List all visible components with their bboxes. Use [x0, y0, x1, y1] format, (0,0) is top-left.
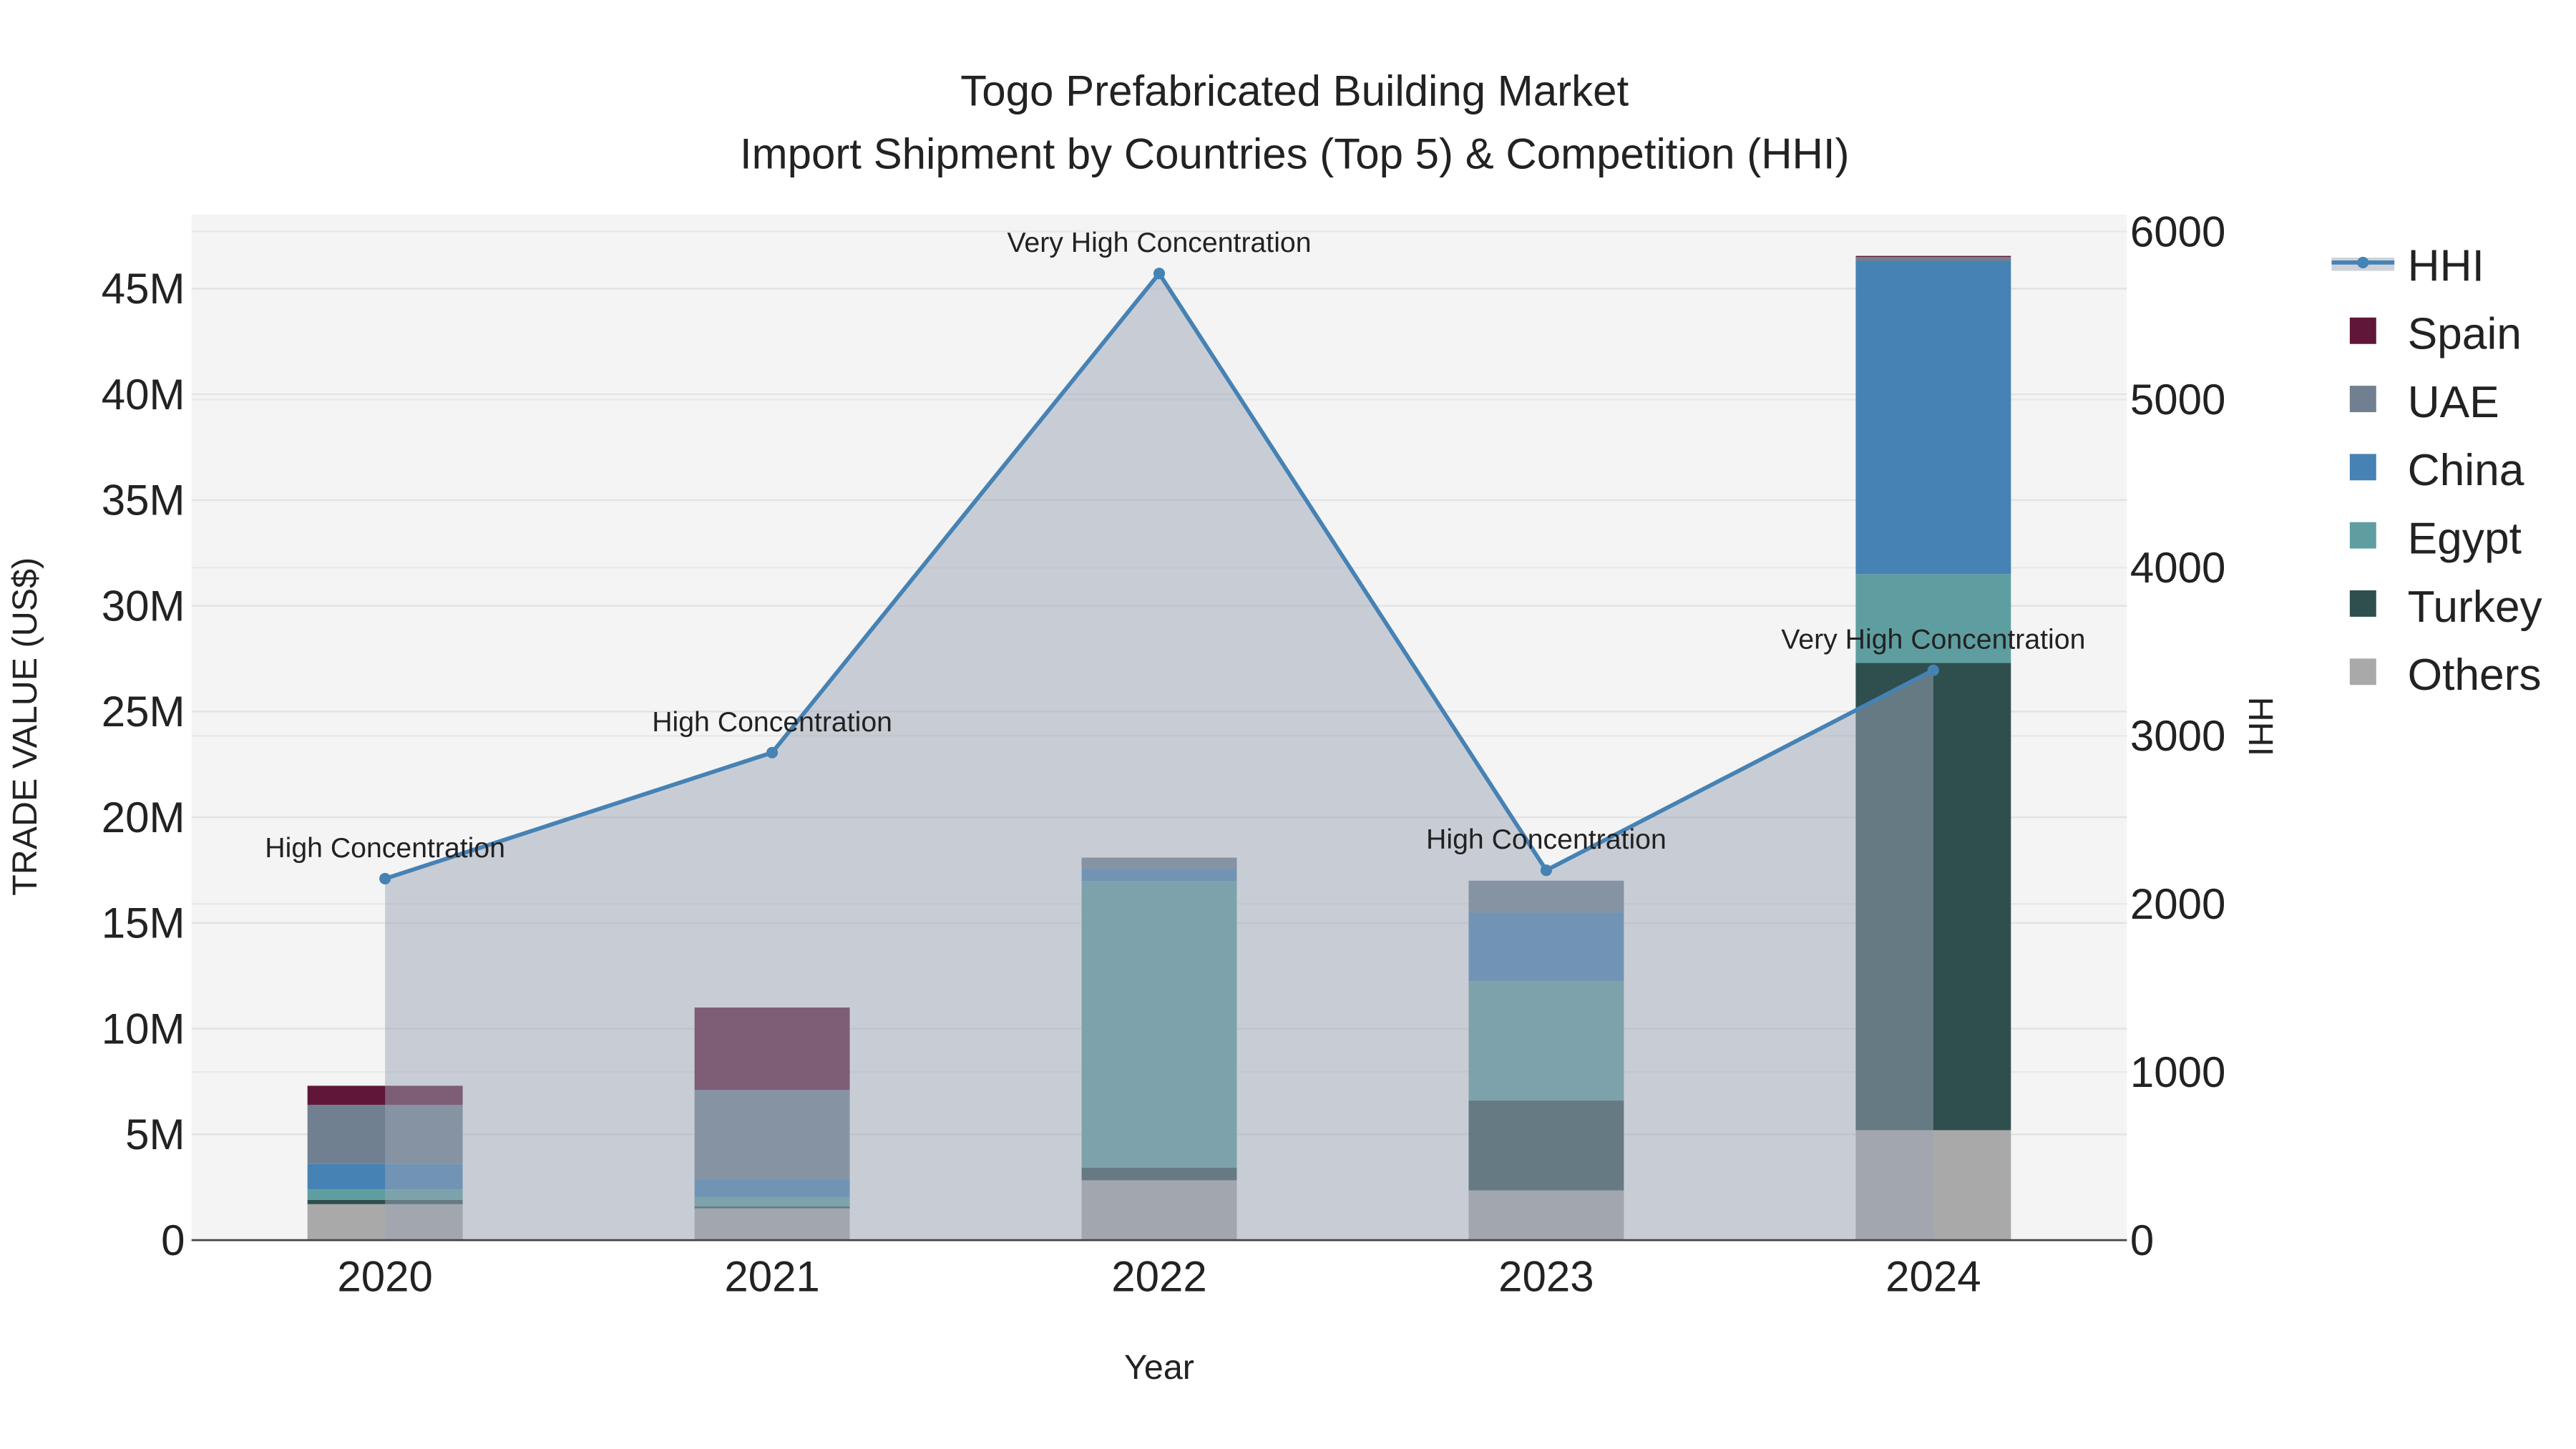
x-tick-label: 2023: [1498, 1253, 1594, 1301]
y-axis-ticks: 0 5M 10M 15M 20M 25M 30M 35M 40M 45M: [102, 265, 185, 1264]
bar-uae-2024: [1855, 257, 2011, 262]
hhi-point-2021: [766, 746, 779, 758]
y2-tick-label: 2000: [2130, 880, 2225, 928]
y-tick-label: 20M: [102, 794, 185, 841]
hhi-annotation: High Concentration: [1426, 824, 1667, 855]
legend-item-turkey[interactable]: Turkey: [2408, 582, 2543, 632]
legend-item-others[interactable]: Others: [2408, 650, 2542, 700]
y2-tick-label: 6000: [2130, 208, 2225, 255]
y2-tick-label: 4000: [2130, 544, 2225, 592]
y-tick-label: 25M: [102, 688, 185, 736]
legend-swatch-spain: [2349, 317, 2376, 344]
y2-tick-label: 3000: [2130, 712, 2225, 760]
y2-tick-label: 5000: [2130, 376, 2225, 424]
x-tick-label: 2020: [337, 1253, 432, 1301]
y2-tick-label: 1000: [2130, 1048, 2225, 1096]
y-tick-label: 40M: [102, 371, 185, 419]
legend-swatch-egypt: [2349, 522, 2376, 549]
legend-swatch-turkey: [2349, 590, 2376, 617]
y-tick-label: 5M: [125, 1111, 185, 1158]
hhi-point-2022: [1153, 268, 1166, 280]
legend-item-hhi[interactable]: HHI: [2408, 241, 2484, 291]
x-tick-label: 2022: [1111, 1253, 1206, 1301]
y2-tick-label: 0: [2130, 1216, 2154, 1264]
bar-spain-2024: [1855, 255, 2011, 258]
y-tick-label: 10M: [102, 1005, 185, 1053]
hhi-point-2023: [1540, 864, 1552, 877]
chart-title: Togo Prefabricated Building Market: [960, 67, 1629, 115]
legend-item-china[interactable]: China: [2408, 446, 2524, 495]
y-tick-label: 15M: [102, 899, 185, 947]
hhi-point-2024: [1927, 664, 1939, 676]
y-tick-label: 35M: [102, 477, 185, 525]
hhi-annotation: High Concentration: [265, 832, 505, 864]
y2-axis-label: HHI: [2241, 697, 2280, 756]
legend-item-egypt[interactable]: Egypt: [2408, 514, 2522, 564]
legend: HHI Spain UAE China Egypt Turkey Others: [2331, 241, 2543, 700]
legend-swatch-china: [2349, 454, 2376, 481]
x-tick-label: 2021: [724, 1253, 819, 1301]
legend-swatch-uae: [2349, 386, 2376, 412]
x-axis-ticks: 2020 2021 2022 2023 2024: [337, 1253, 1981, 1301]
hhi-annotation: Very High Concentration: [1781, 624, 2085, 655]
hhi-point-2020: [379, 872, 391, 885]
y-tick-label: 30M: [102, 582, 185, 630]
legend-item-uae[interactable]: UAE: [2408, 378, 2499, 427]
y2-axis-ticks: 0 1000 2000 3000 4000 5000 6000: [2130, 208, 2225, 1264]
hhi-annotation: High Concentration: [652, 706, 892, 738]
legend-hhi-marker-icon: [2357, 256, 2369, 268]
chart-subtitle: Import Shipment by Countries (Top 5) & C…: [740, 130, 1850, 177]
y-tick-label: 45M: [102, 265, 185, 313]
x-axis-label: Year: [1124, 1348, 1194, 1387]
hhi-annotation: Very High Concentration: [1007, 227, 1311, 258]
legend-swatch-others: [2349, 658, 2376, 686]
legend-item-spain[interactable]: Spain: [2408, 310, 2522, 359]
x-tick-label: 2024: [1885, 1253, 1981, 1301]
y-tick-label: 0: [161, 1216, 185, 1264]
chart: High Concentration High Concentration Very…: [6, 67, 2543, 1387]
y-axis-label: TRADE VALUE (US$): [6, 557, 44, 896]
bar-china-2024: [1855, 261, 2011, 575]
